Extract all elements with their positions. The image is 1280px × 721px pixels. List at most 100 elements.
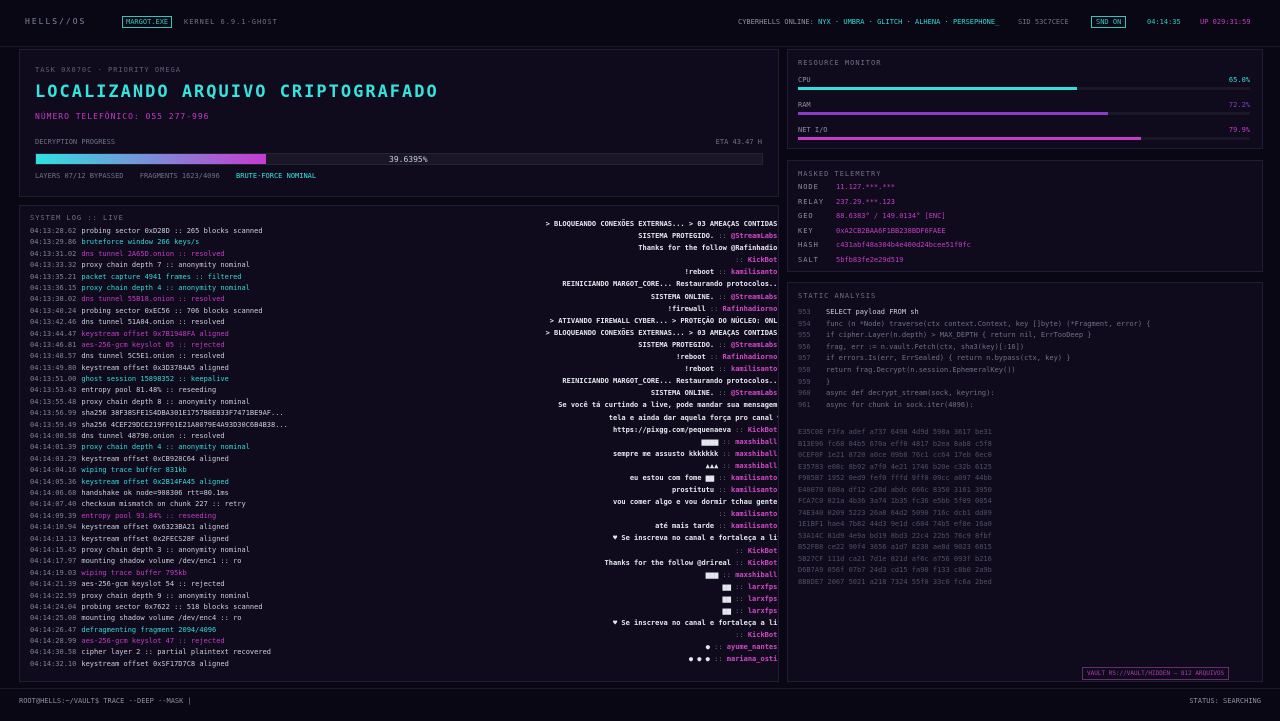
bottom-bar: ROOT@HELLS:~/VAULT$ TRACE --DEEP --MASK … [0,688,1280,721]
chat-username[interactable]: KickBot [748,256,778,264]
chat-text: !reboot [676,353,706,362]
cpu-meter: CPU 65.0% [798,76,1250,90]
log-timestamp: 04:13:46.81 [30,340,77,349]
chat-username[interactable]: kamilisanto [731,486,777,494]
chat-username[interactable]: Rafinhadiorno [723,305,778,313]
log-text: keystream offset 0x2FECS28F aligned [81,534,229,543]
chat-text: Thanks for the follow @drireal [604,558,731,567]
chat-separator: :: [714,365,731,374]
log-timestamp: 04:14:05.36 [30,477,77,486]
log-timestamp: 04:13:51.00 [30,375,77,384]
chat-username[interactable]: maxshiball [735,462,777,470]
log-timestamp: 04:14:30.58 [30,648,77,657]
log-line: 04:14:13.13 keystream offset 0x2FECS28F a… [30,534,510,545]
chat-username[interactable]: @StreamLabs [731,232,777,240]
log-line: 04:13:38.02 dns tunnel 55B18.onion :: res… [30,294,510,305]
chat-separator: :: [777,232,778,240]
chat-message: !reboot :: kamilisanto :: [510,363,778,375]
chat-username[interactable]: KickBot [748,547,778,555]
hex-row: E40070 680a df12 c28d abdc 666c 8350 316… [798,485,992,494]
static-analysis-panel: STATIC ANALYSIS 953 SELECT payload FROM s… [787,282,1263,682]
log-line: 04:13:44.47 keystream offset 0x7B1948FA a… [30,329,510,340]
chat-username[interactable]: @StreamLabs [731,341,777,349]
log-timestamp: 04:13:53.43 [30,386,77,395]
chat-username[interactable]: larxfps [748,607,778,615]
log-line: 04:14:26.47 defragmenting fragment 2094/4… [30,625,510,636]
log-text: wiping trace buffer 831kb [81,466,187,475]
code-line: 956 frag, err := n.vault.Fetch(ctx, sha3(… [798,342,1252,354]
clock: 04:14:35 [1147,18,1181,26]
chat-username[interactable]: kamilisanto [731,522,777,530]
chat-username[interactable]: maxshiball [735,571,777,579]
chat-username[interactable]: @StreamLabs [731,293,777,301]
log-text: defragmenting fragment 2094/4096 [81,625,217,634]
chat-username[interactable]: KickBot [748,559,778,567]
log-line: 04:13:55.48 proxy chain depth 8 :: anonym… [30,397,510,408]
log-line: 04:14:07.40 checksum mismatch on chunk 22… [30,499,510,510]
system-log-panel: SYSTEM LOG :: LIVE 04:13:28.62 probing se… [19,205,779,682]
terminal-prompt[interactable]: ROOT@HELLS:~/VAULT$ TRACE --DEEP --MASK … [19,697,192,705]
chat-message: ♥ Se inscreva no canal e fortaleça a liv… [510,532,778,544]
log-timestamp: 04:13:40.24 [30,306,77,315]
chat-separator: :: [735,256,748,265]
chat-separator: :: [777,365,778,373]
log-text: checksum mismatch on chunk 227 :: retry [81,500,246,509]
chat-username[interactable]: kamilisanto [731,510,777,518]
chat-message: ▲▲▲ :: maxshiball :: [510,460,778,472]
chat-username[interactable]: @StreamLabs [731,389,777,397]
chat-message: Se você tá curtindo a live, pode mandar … [510,399,778,411]
chat-separator: :: [705,304,723,313]
chat-separator: :: [714,473,731,482]
log-line: 04:14:32.10 keystream offset 0xSF17D7C8 a… [30,659,510,670]
chat-username[interactable]: larxfps [748,583,778,591]
chat-separator: :: [777,510,778,518]
chat-username[interactable]: mariana_osti [727,655,778,663]
task-stats: LAYERS 07/12 BYPASSED FRAGMENTS 1623/409… [35,172,328,180]
chat-message: :: kamilisanto :: [510,508,778,520]
chat-text: ♥ Se inscreva no canal e fortaleça a liv… [612,619,779,628]
log-line: 04:14:05.36 keystream offset 0x2B14FA45 a… [30,477,510,488]
code-text: if cipher.Layer(n.depth) > MAX_DEPTH { r… [826,331,1092,340]
log-timestamp: 04:14:10.94 [30,523,77,532]
hex-row: B52FB8 ce22 90f4 3656 a1d7 8238 ae8d 902… [798,543,992,551]
chat-separator: :: [777,462,778,470]
sound-toggle[interactable]: SND ON [1091,16,1127,28]
code-line: 955 if cipher.Layer(n.depth) > MAX_DEPTH … [798,330,1252,342]
chat-message: SISTEMA ONLINE. :: @StreamLabs :: [510,387,778,399]
hex-row: E35783 e08c 8b92 a7f0 4e21 1746 b20e c32… [798,462,992,471]
log-line: 04:14:21.39 aes-256-gcm keyslot 54 :: rej… [30,579,510,590]
log-text: mounting shadow volume /dev/enc4 :: ro [81,614,242,623]
session-id: SID 53C7CECE [1018,18,1069,26]
vault-badge[interactable]: VAULT RS://VAULT/HIDDEN — 812 ARQUIVOS [1082,667,1230,680]
chat-username[interactable]: kamilisanto [731,268,777,276]
chat-username[interactable]: kamilisanto [731,365,777,373]
chat-username[interactable]: KickBot [748,631,778,639]
chat-separator: :: [777,522,778,530]
log-timestamp: 04:14:28.99 [30,637,77,646]
line-number: 957 [798,354,811,363]
chat-text: !reboot [684,365,715,374]
chat-username[interactable]: Rafinhadiorno [723,353,778,361]
chat-username[interactable]: ayume_nantes [727,643,778,651]
chat-separator: :: [718,449,736,458]
cpu-label: CPU [798,76,811,84]
log-line: 04:14:30.58 cipher layer 2 :: partial pla… [30,647,510,658]
chat-message: Thanks for the follow @drireal :: KickBo… [510,557,778,569]
chat-text: REINICIANDO MARGOT_CORE... Restaurando p… [562,377,779,386]
telemetry-node: NODE 11.127.***.*** [798,183,896,191]
chat-text: ▆▆▆▆ [701,437,719,446]
log-line: 04:13:56.99 sha256 38F38SFE1S4DBA301E1757… [30,408,510,419]
log-line: 04:14:19.03 wiping trace buffer 795kb [30,568,510,579]
log-timestamp: 04:13:49.80 [30,363,77,372]
chat-username[interactable]: maxshiball [735,438,777,446]
log-timestamp: 04:14:06.68 [30,488,77,497]
chat-username[interactable]: larxfps [748,595,778,603]
chat-text: > BLOQUEANDO CONEXÕES EXTERNAS... > 03 A… [545,328,779,337]
log-text: packet capture 4941 frames :: filtered [81,272,242,281]
chat-username[interactable]: kamilisanto [731,474,777,482]
log-timestamp: 04:13:55.48 [30,397,77,406]
chat-username[interactable]: maxshiball [735,450,777,458]
chat-username[interactable]: KickBot [748,426,778,434]
chat-message: SISTEMA ONLINE. :: @StreamLabs :: [510,291,778,303]
chat-separator: :: [777,256,778,264]
